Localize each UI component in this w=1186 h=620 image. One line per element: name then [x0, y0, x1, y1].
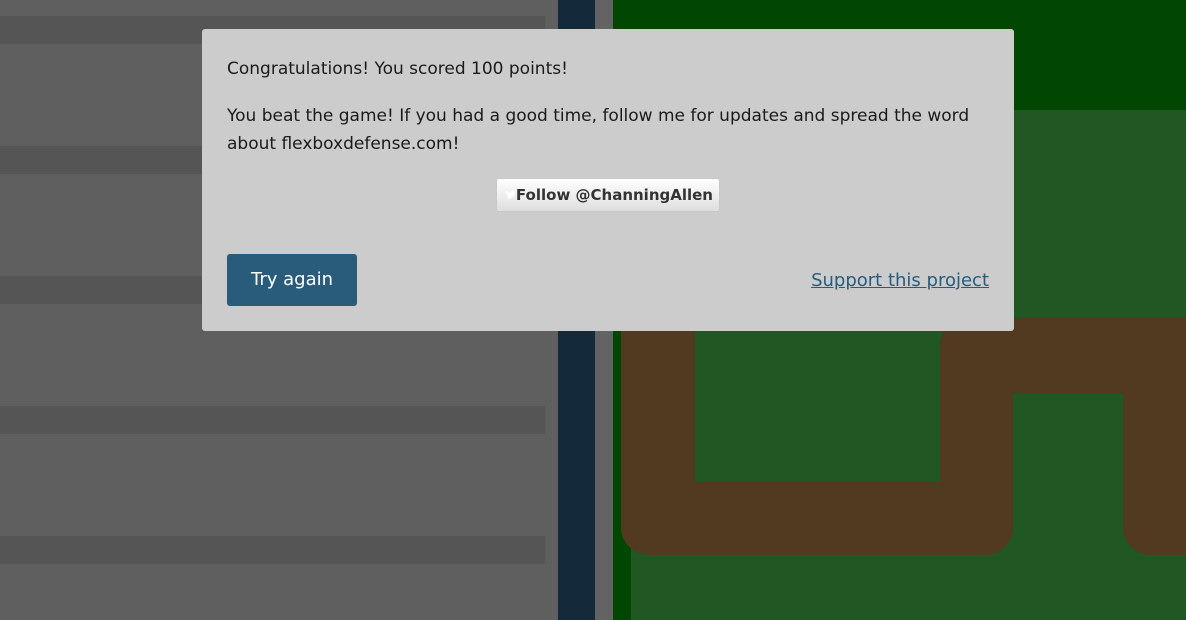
code-line-bar — [0, 536, 545, 564]
support-project-link[interactable]: Support this project — [811, 267, 989, 295]
bird-icon — [506, 190, 516, 199]
victory-message: You beat the game! If you had a good tim… — [227, 106, 970, 154]
game-over-modal: Congratulations! You scored 100 points! … — [202, 29, 1014, 331]
code-line-bar — [0, 406, 545, 434]
follow-button[interactable]: Follow @ChanningAllen — [496, 178, 720, 212]
try-again-button[interactable]: Try again — [227, 254, 357, 306]
follow-button-label: Follow @ChanningAllen — [515, 186, 713, 204]
score-message: Congratulations! You scored 100 points! — [227, 59, 568, 79]
enemy-path-segment — [1123, 318, 1186, 555]
game-screen: Congratulations! You scored 100 points! … — [0, 0, 1186, 620]
